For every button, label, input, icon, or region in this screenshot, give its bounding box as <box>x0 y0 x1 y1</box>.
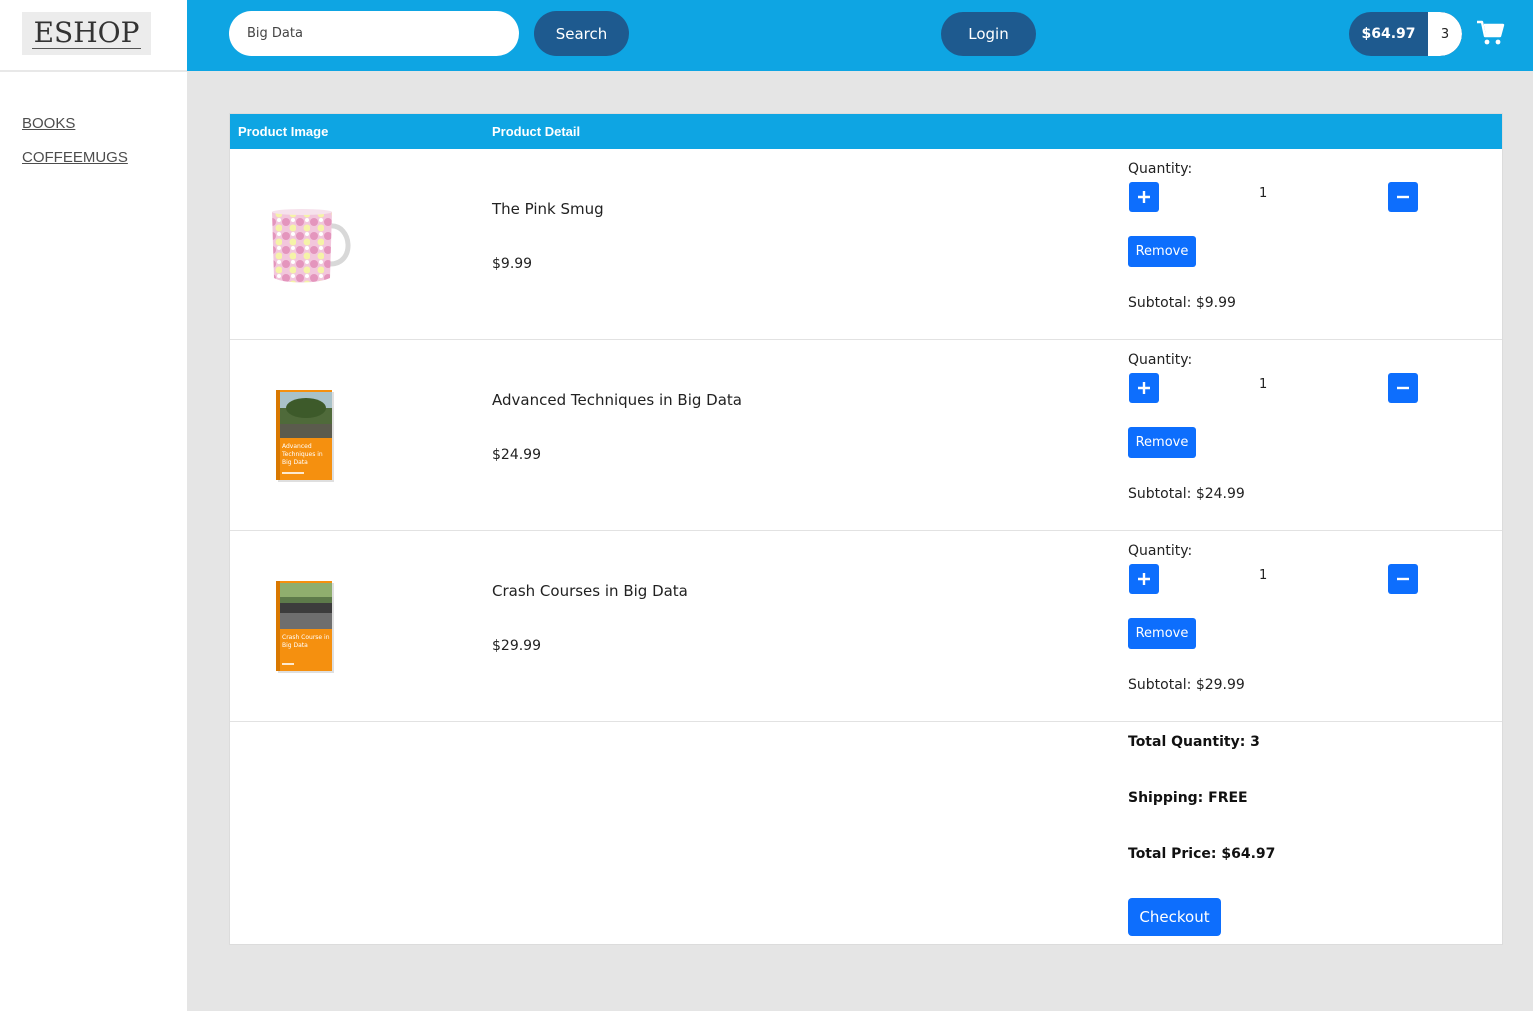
mug-image <box>272 209 351 283</box>
increase-quantity-button[interactable] <box>1129 564 1159 594</box>
logo[interactable]: ESHOP <box>22 12 151 55</box>
plus-icon <box>1138 382 1150 394</box>
logo-text: ESHOP <box>31 16 142 49</box>
product-price: $29.99 <box>492 638 541 654</box>
plus-icon <box>1138 191 1150 203</box>
subtotal: Subtotal: $24.99 <box>1128 486 1245 502</box>
subtotal: Subtotal: $9.99 <box>1128 295 1236 311</box>
search-input[interactable] <box>229 11 519 56</box>
shopping-cart-icon[interactable] <box>1477 20 1505 46</box>
decrease-quantity-button[interactable] <box>1388 182 1418 212</box>
login-button[interactable]: Login <box>941 12 1036 56</box>
quantity-label: Quantity: <box>1128 352 1193 368</box>
minus-icon <box>1397 386 1409 390</box>
remove-button[interactable]: Remove <box>1128 427 1196 458</box>
book-cover-image: Crash Course in Big Data <box>276 581 334 673</box>
total-price: Total Price: $64.97 <box>1128 846 1276 862</box>
search-button[interactable]: Search <box>534 11 629 56</box>
product-price: $24.99 <box>492 447 541 463</box>
table-row: Crash Course in Big Data Crash Courses i… <box>230 531 1502 722</box>
svg-text:Big Data: Big Data <box>282 642 308 649</box>
divider <box>0 70 187 72</box>
book-cover-image: Advanced Techniques in Big Data <box>276 390 334 482</box>
minus-icon <box>1397 195 1409 199</box>
svg-text:Crash Course in: Crash Course in <box>282 634 330 641</box>
cart-table: Product Image Product Detail The Pink Sm… <box>229 113 1503 945</box>
cart-count-badge: 3 <box>1428 12 1462 56</box>
column-header-product-detail: Product Detail <box>492 124 581 139</box>
quantity-value: 1 <box>1259 377 1268 392</box>
increase-quantity-button[interactable] <box>1129 373 1159 403</box>
svg-text:Techniques in: Techniques in <box>281 451 323 458</box>
cart-price: $64.97 <box>1361 26 1416 42</box>
product-name[interactable]: The Pink Smug <box>492 200 604 218</box>
sidebar-item-books[interactable]: BOOKS <box>22 115 75 132</box>
remove-button[interactable]: Remove <box>1128 618 1196 649</box>
top-header: Search Login $64.97 3 <box>187 0 1533 71</box>
remove-button[interactable]: Remove <box>1128 236 1196 267</box>
checkout-button[interactable]: Checkout <box>1128 898 1221 936</box>
decrease-quantity-button[interactable] <box>1388 564 1418 594</box>
plus-icon <box>1138 573 1150 585</box>
minus-icon <box>1397 577 1409 581</box>
column-header-product-image: Product Image <box>238 124 329 139</box>
cart-summary[interactable]: $64.97 3 <box>1349 12 1462 56</box>
shipping-info: Shipping: FREE <box>1128 790 1248 806</box>
subtotal: Subtotal: $29.99 <box>1128 677 1245 693</box>
svg-text:Big Data: Big Data <box>282 459 308 466</box>
product-price: $9.99 <box>492 256 533 272</box>
sidebar-item-coffeemugs[interactable]: COFFEEMUGS <box>22 149 128 166</box>
total-quantity: Total Quantity: 3 <box>1128 734 1260 750</box>
product-name[interactable]: Crash Courses in Big Data <box>492 582 688 600</box>
quantity-label: Quantity: <box>1128 161 1193 177</box>
decrease-quantity-button[interactable] <box>1388 373 1418 403</box>
table-row: Advanced Techniques in Big Data Advanced… <box>230 340 1502 531</box>
sidebar: ESHOP BOOKS COFFEEMUGS <box>0 0 187 1011</box>
quantity-value: 1 <box>1259 568 1268 583</box>
svg-text:Advanced: Advanced <box>282 443 312 450</box>
quantity-label: Quantity: <box>1128 543 1193 559</box>
quantity-value: 1 <box>1259 186 1268 201</box>
product-name[interactable]: Advanced Techniques in Big Data <box>492 391 742 409</box>
table-row: The Pink Smug $9.99 Quantity: 1 Remove S… <box>230 149 1502 340</box>
table-header: Product Image Product Detail <box>230 114 1502 149</box>
increase-quantity-button[interactable] <box>1129 182 1159 212</box>
